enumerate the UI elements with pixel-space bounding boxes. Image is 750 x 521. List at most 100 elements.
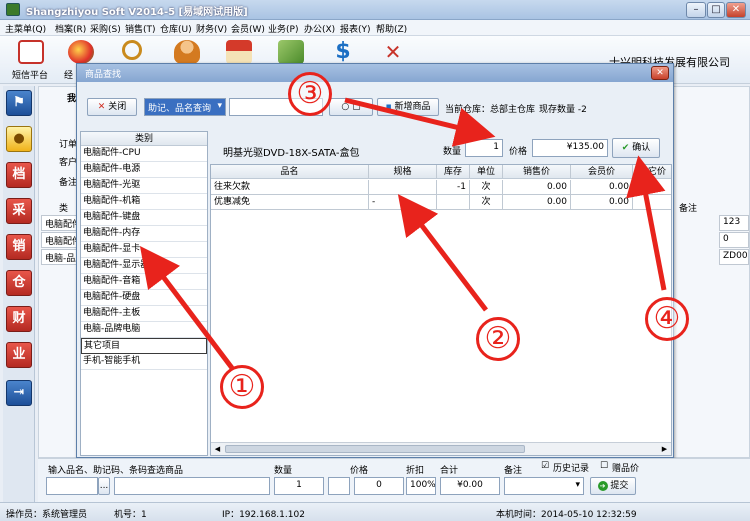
- bottom-discount-label: 折扣: [406, 466, 425, 476]
- category-item-selected[interactable]: 其它项目: [81, 338, 207, 354]
- mail-icon[interactable]: [18, 40, 44, 64]
- bottom-qty-input[interactable]: 1: [274, 477, 324, 495]
- new-item-button[interactable]: ▪ 新增商品: [377, 98, 439, 116]
- nav-archive-button[interactable]: 档: [6, 162, 32, 188]
- nav-flag-icon[interactable]: ⚑: [6, 90, 32, 116]
- category-item[interactable]: 电脑-品牌电脑: [81, 322, 207, 338]
- menu-main[interactable]: 主菜单(Q): [5, 22, 46, 35]
- cell-member-price[interactable]: 0.00: [571, 180, 633, 195]
- category-item[interactable]: 电脑配件-内存: [81, 226, 207, 242]
- menu-business[interactable]: 业务(P): [268, 22, 298, 35]
- bottom-note-select[interactable]: ▾: [504, 477, 584, 495]
- cell-name[interactable]: 往来欠款: [211, 180, 369, 195]
- window-close-button[interactable]: ✕: [726, 2, 746, 18]
- nav-exit-icon[interactable]: ⇥: [6, 380, 32, 406]
- submit-button[interactable]: ➔ 提交: [590, 477, 636, 495]
- category-item[interactable]: 电脑配件-音箱: [81, 274, 207, 290]
- menu-warehouse[interactable]: 仓库(U): [160, 22, 192, 35]
- col-header-unit[interactable]: 单位: [470, 165, 503, 179]
- entry-browse-button[interactable]: ...: [98, 477, 110, 495]
- category-item[interactable]: 电脑配件-机箱: [81, 194, 207, 210]
- menu-sales[interactable]: 销售(T): [125, 22, 156, 35]
- gift-checkbox[interactable]: ☐: [600, 461, 608, 471]
- category-item[interactable]: 手机-智能手机: [81, 354, 207, 370]
- scroll-right-icon[interactable]: ▶: [659, 444, 670, 454]
- cell-unit[interactable]: 次: [470, 180, 503, 195]
- category-item[interactable]: 电脑配件-主板: [81, 306, 207, 322]
- category-item[interactable]: 电脑配件-键盘: [81, 210, 207, 226]
- search-mode-select[interactable]: 助记、品名查询 ▾: [144, 98, 226, 116]
- cell-spec[interactable]: [369, 180, 437, 195]
- category-item[interactable]: 电脑配件-硬盘: [81, 290, 207, 306]
- cell-spec[interactable]: -: [369, 195, 437, 210]
- nav-finance-button[interactable]: 财: [6, 306, 32, 332]
- dollar-icon[interactable]: $: [330, 40, 356, 64]
- cell-other-price[interactable]: [633, 195, 671, 210]
- tools-icon[interactable]: ✕: [380, 40, 406, 64]
- nav-sales-button[interactable]: 销: [6, 234, 32, 260]
- col-header-name[interactable]: 品名: [211, 165, 369, 179]
- horizontal-scrollbar[interactable]: ◀ ▶: [211, 442, 671, 455]
- menu-purchase[interactable]: 采购(S): [90, 22, 121, 35]
- confirm-button[interactable]: ✔ 确认: [612, 138, 660, 158]
- cell-member-price[interactable]: 0.00: [571, 195, 633, 210]
- bg-row-name[interactable]: 电脑-品牌: [41, 249, 77, 265]
- cell-sale-price[interactable]: 0.00: [503, 180, 571, 195]
- scroll-thumb[interactable]: [225, 445, 525, 453]
- category-item[interactable]: 电脑配件-电源: [81, 162, 207, 178]
- col-header-member-price[interactable]: 会员价: [571, 165, 633, 179]
- price-input[interactable]: ¥135.00: [532, 139, 608, 157]
- bg-row-name[interactable]: 电脑配件: [41, 232, 77, 248]
- qty-input[interactable]: 1: [465, 139, 503, 157]
- bg-row-note[interactable]: 0: [719, 232, 749, 248]
- bg-row-name[interactable]: 电脑配件: [41, 215, 77, 231]
- nav-warehouse-button[interactable]: 仓: [6, 270, 32, 296]
- maximize-button[interactable]: □: [707, 2, 725, 18]
- cell-stock[interactable]: [437, 195, 470, 210]
- cell-unit[interactable]: 次: [470, 195, 503, 210]
- cell-other-price[interactable]: [633, 180, 671, 195]
- dialog-close-icon[interactable]: ✕: [651, 66, 669, 80]
- cell-name[interactable]: 优惠减免: [211, 195, 369, 210]
- cell-sale-price[interactable]: 0.00: [503, 195, 571, 210]
- menu-help[interactable]: 帮助(Z): [376, 22, 407, 35]
- col-header-stock[interactable]: 库存: [437, 165, 470, 179]
- entry-code-input[interactable]: [46, 477, 98, 495]
- menu-archive[interactable]: 档案(R): [55, 22, 86, 35]
- col-header-other-price[interactable]: 其它价: [633, 165, 671, 179]
- toolbar-label-2[interactable]: 经: [64, 68, 73, 81]
- bottom-discount-input[interactable]: 100%: [406, 477, 436, 495]
- bottom-total-input[interactable]: ¥0.00: [440, 477, 500, 495]
- sms-platform-label[interactable]: 短信平台: [12, 68, 48, 81]
- entry-name-input[interactable]: [114, 477, 270, 495]
- bottom-price-input[interactable]: 0: [354, 477, 404, 495]
- nav-purchase-button[interactable]: 采: [6, 198, 32, 224]
- menu-member[interactable]: 会员(W): [231, 22, 265, 35]
- category-item[interactable]: 电脑配件-CPU: [81, 146, 207, 162]
- category-item[interactable]: 电脑配件-光驱: [81, 178, 207, 194]
- bg-row-note[interactable]: 123: [719, 215, 749, 231]
- close-button[interactable]: ✕ 关闭: [87, 98, 137, 116]
- history-checkbox[interactable]: ☑: [541, 461, 549, 471]
- bg-tab-fragment[interactable]: 我: [67, 91, 76, 104]
- chart-pie-icon[interactable]: [68, 40, 94, 64]
- magnifier-icon[interactable]: [122, 40, 142, 60]
- nav-bulb-icon[interactable]: ●: [6, 126, 32, 152]
- menu-finance[interactable]: 财务(V): [196, 22, 227, 35]
- nav-business-button[interactable]: 业: [6, 342, 32, 368]
- bg-row-note[interactable]: ZD00: [719, 249, 749, 265]
- bottom-unit-input[interactable]: [328, 477, 350, 495]
- minimize-button[interactable]: –: [686, 2, 706, 18]
- home-icon[interactable]: [226, 40, 252, 64]
- document-icon[interactable]: [278, 40, 304, 64]
- category-item[interactable]: 电脑配件-显示器: [81, 258, 207, 274]
- person-icon[interactable]: [174, 40, 200, 64]
- category-item[interactable]: 电脑配件-显卡: [81, 242, 207, 258]
- menu-office[interactable]: 办公(X): [304, 22, 335, 35]
- search-button[interactable]: ○ ▢: [329, 98, 373, 116]
- cell-stock[interactable]: -1: [437, 180, 470, 195]
- col-header-sale-price[interactable]: 销售价: [503, 165, 571, 179]
- scroll-left-icon[interactable]: ◀: [212, 444, 223, 454]
- menu-report[interactable]: 报表(Y): [340, 22, 371, 35]
- col-header-spec[interactable]: 规格: [369, 165, 437, 179]
